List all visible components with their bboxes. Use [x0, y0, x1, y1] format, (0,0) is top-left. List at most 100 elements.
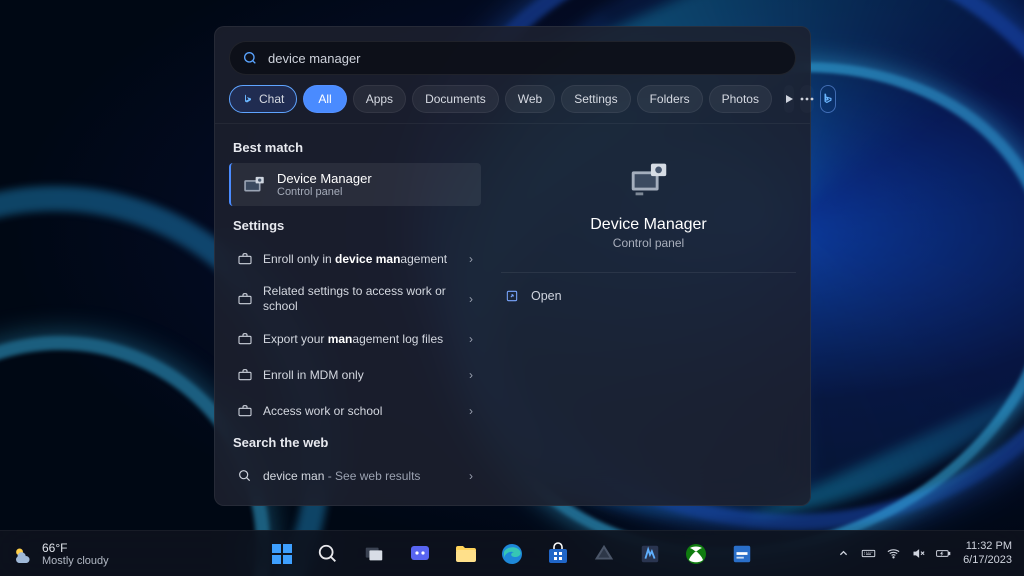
more-icon	[800, 97, 814, 101]
search-icon	[242, 50, 258, 66]
filter-all-label: All	[318, 92, 331, 106]
filter-row: Chat All Apps Documents Web Settings Fol…	[215, 85, 810, 124]
start-button[interactable]	[263, 535, 301, 573]
settings-item-label: Enroll only in device management	[263, 252, 459, 267]
chevron-right-icon: ›	[469, 404, 473, 418]
app-icon	[731, 543, 753, 565]
clock-date: 6/17/2023	[963, 554, 1012, 567]
keyboard-icon[interactable]	[861, 546, 876, 561]
chevron-right-icon: ›	[469, 368, 473, 382]
folder-icon	[454, 543, 478, 565]
chat-icon	[408, 542, 432, 566]
settings-item-label: Export your management log files	[263, 332, 459, 347]
preview-open-action[interactable]: Open	[501, 283, 796, 309]
briefcase-icon	[237, 251, 253, 267]
volume-muted-icon[interactable]	[911, 546, 926, 561]
bing-logo-icon	[821, 92, 835, 106]
taskbar: 66°F Mostly cloudy 11:32 PM 6/17/2023	[0, 530, 1024, 576]
xbox-button[interactable]	[677, 535, 715, 573]
taskbar-search-button[interactable]	[309, 535, 347, 573]
filter-folders[interactable]: Folders	[637, 85, 703, 113]
wifi-icon[interactable]	[886, 546, 901, 561]
settings-access-work-school[interactable]: Access work or school ›	[229, 393, 481, 429]
filter-next-button[interactable]	[784, 85, 794, 113]
battery-icon[interactable]	[936, 546, 951, 561]
search-box[interactable]	[229, 41, 796, 75]
search-icon	[237, 468, 253, 484]
filter-documents[interactable]: Documents	[412, 85, 499, 113]
filter-settings[interactable]: Settings	[561, 85, 630, 113]
store-icon	[546, 542, 570, 566]
filter-web-label: Web	[518, 92, 542, 106]
filter-chat-label: Chat	[259, 92, 284, 106]
preview-column: Device Manager Control panel Open	[487, 124, 810, 505]
best-match-title: Device Manager	[277, 171, 372, 186]
search-icon	[317, 543, 339, 565]
settings-enroll-device-management[interactable]: Enroll only in device management ›	[229, 241, 481, 277]
taskbar-app-3[interactable]	[723, 535, 761, 573]
taskbar-weather[interactable]: 66°F Mostly cloudy	[12, 541, 109, 567]
task-view-icon	[363, 543, 385, 565]
bing-icon	[242, 93, 254, 105]
taskbar-chat[interactable]	[401, 535, 439, 573]
results-column: Best match Device Manager Control panel …	[215, 124, 487, 505]
device-manager-icon	[241, 172, 267, 198]
web-search-label: device man - See web results	[263, 469, 459, 484]
settings-export-log-files[interactable]: Export your management log files ›	[229, 321, 481, 357]
filter-more-button[interactable]	[800, 85, 814, 113]
chevron-right-icon: ›	[469, 252, 473, 266]
best-match-item[interactable]: Device Manager Control panel	[229, 163, 481, 206]
filter-documents-label: Documents	[425, 92, 486, 106]
preview-subtitle: Control panel	[613, 236, 684, 250]
chevron-right-icon: ›	[469, 469, 473, 483]
taskbar-app-2[interactable]	[631, 535, 669, 573]
store-button[interactable]	[539, 535, 577, 573]
taskbar-app-1[interactable]	[585, 535, 623, 573]
briefcase-icon	[237, 331, 253, 347]
task-view-button[interactable]	[355, 535, 393, 573]
taskbar-center	[263, 535, 761, 573]
settings-enroll-mdm[interactable]: Enroll in MDM only ›	[229, 357, 481, 393]
filter-photos[interactable]: Photos	[709, 85, 772, 113]
settings-item-label: Access work or school	[263, 404, 459, 419]
briefcase-icon	[237, 403, 253, 419]
play-icon	[784, 94, 794, 104]
briefcase-icon	[237, 367, 253, 383]
best-match-subtitle: Control panel	[277, 186, 372, 198]
filter-all[interactable]: All	[303, 85, 346, 113]
app-icon	[593, 543, 615, 565]
system-tray: 11:32 PM 6/17/2023	[836, 540, 1012, 566]
search-input[interactable]	[268, 51, 783, 66]
web-search-item[interactable]: device man - See web results ›	[229, 458, 481, 494]
divider	[501, 272, 796, 273]
weather-icon	[12, 543, 34, 565]
search-panel: Chat All Apps Documents Web Settings Fol…	[214, 26, 811, 506]
chevron-right-icon: ›	[469, 292, 473, 306]
best-match-heading: Best match	[233, 140, 477, 155]
file-explorer-button[interactable]	[447, 535, 485, 573]
filter-web[interactable]: Web	[505, 85, 555, 113]
open-icon	[505, 289, 519, 303]
settings-related-work-school[interactable]: Related settings to access work or schoo…	[229, 277, 481, 321]
chevron-up-icon[interactable]	[836, 546, 851, 561]
filter-apps[interactable]: Apps	[353, 85, 406, 113]
search-web-heading: Search the web	[233, 435, 477, 450]
filter-photos-label: Photos	[722, 92, 759, 106]
filter-folders-label: Folders	[650, 92, 690, 106]
bing-button[interactable]	[820, 85, 836, 113]
preview-title: Device Manager	[590, 216, 707, 234]
briefcase-icon	[237, 291, 253, 307]
clock-time: 11:32 PM	[963, 540, 1012, 553]
xbox-icon	[684, 542, 708, 566]
filter-apps-label: Apps	[366, 92, 393, 106]
filter-chat[interactable]: Chat	[229, 85, 297, 113]
windows-icon	[270, 542, 294, 566]
taskbar-clock[interactable]: 11:32 PM 6/17/2023	[963, 540, 1012, 566]
preview-app-icon	[626, 156, 672, 202]
settings-item-label: Related settings to access work or schoo…	[263, 284, 459, 314]
preview-open-label: Open	[531, 289, 562, 303]
chevron-right-icon: ›	[469, 332, 473, 346]
edge-icon	[500, 542, 524, 566]
app-icon	[639, 543, 661, 565]
edge-button[interactable]	[493, 535, 531, 573]
